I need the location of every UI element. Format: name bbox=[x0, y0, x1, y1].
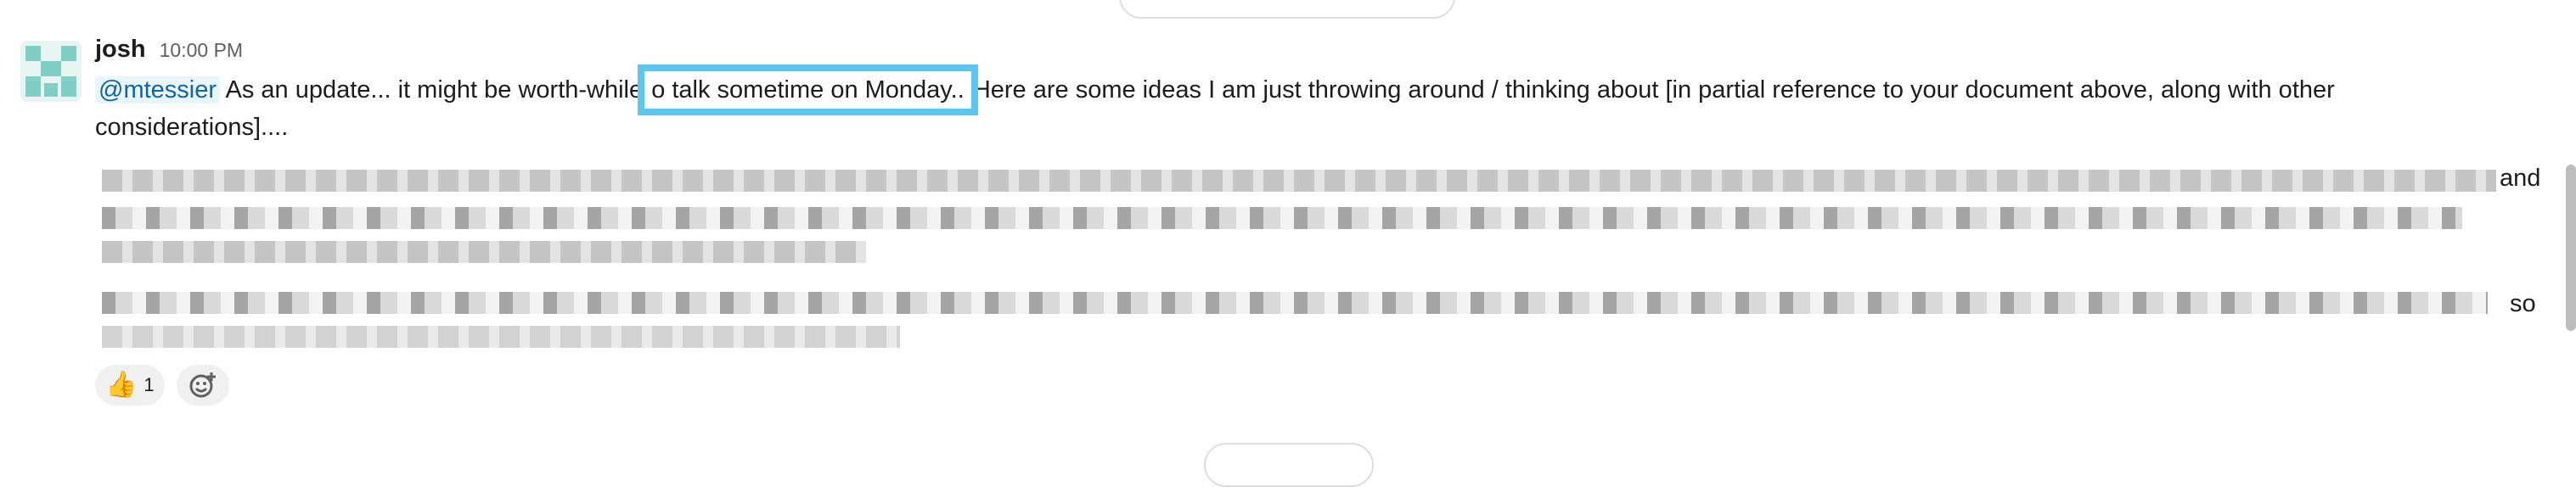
redacted-line-tail-and: and bbox=[2500, 165, 2541, 192]
scrollbar-thumb[interactable] bbox=[2566, 165, 2576, 331]
user-mention[interactable]: @mtessier bbox=[95, 76, 221, 104]
redacted-paragraph-2 bbox=[102, 292, 2496, 355]
redacted-paragraph-1 bbox=[102, 170, 2496, 267]
redacted-line-tail-so: so bbox=[2510, 290, 2536, 317]
message-body: @mtessier As an update... it might be wo… bbox=[95, 64, 2506, 146]
date-divider-pill-top[interactable] bbox=[1119, 0, 1455, 19]
message-timestamp[interactable]: 10:00 PM bbox=[160, 39, 243, 62]
redacted-pixels-2 bbox=[102, 292, 2488, 348]
message-text-before: As an update... it might be worth-while bbox=[225, 76, 650, 104]
highlighted-text: o talk sometime on Monday.. bbox=[638, 64, 978, 115]
author-name[interactable]: josh bbox=[95, 36, 146, 64]
avatar-identicon bbox=[20, 41, 82, 102]
message-header: josh 10:00 PM bbox=[95, 36, 243, 70]
redacted-pixels bbox=[102, 170, 2496, 263]
reactions-bar: 👍 1 bbox=[95, 365, 229, 406]
add-reaction-button[interactable] bbox=[176, 365, 229, 406]
reaction-thumbs-up[interactable]: 👍 1 bbox=[95, 365, 165, 406]
thumbs-up-icon: 👍 bbox=[105, 371, 138, 399]
add-emoji-icon bbox=[189, 372, 216, 398]
date-divider-pill-bottom[interactable] bbox=[1204, 443, 1374, 487]
reaction-count: 1 bbox=[143, 374, 155, 395]
avatar[interactable] bbox=[20, 41, 82, 102]
